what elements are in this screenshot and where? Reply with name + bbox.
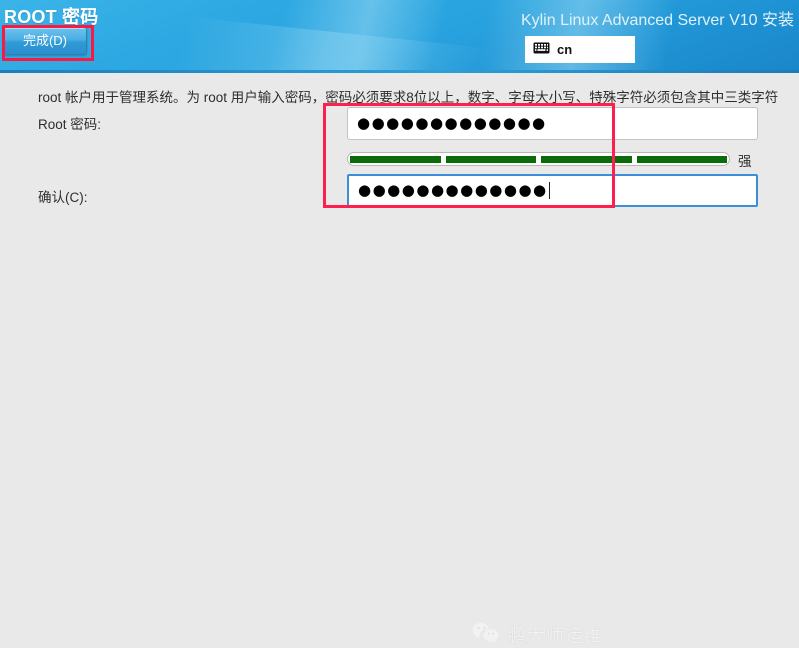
main-content: root 帐户用于管理系统。为 root 用户输入密码，密码必须要求8位以上，数… xyxy=(0,73,799,646)
page-title: ROOT 密码 xyxy=(4,7,99,27)
strength-segment xyxy=(350,155,441,163)
keyboard-icon xyxy=(533,42,550,57)
strength-segment xyxy=(445,155,536,163)
header-swoosh-1 xyxy=(84,0,576,73)
password-strength-bar xyxy=(347,152,730,166)
done-button[interactable]: 完成(D) xyxy=(3,27,87,55)
strength-segment xyxy=(541,155,632,163)
password-strength-label: 强 xyxy=(738,154,752,169)
done-button-wrap: 完成(D) xyxy=(3,27,87,55)
wechat-icon xyxy=(472,622,499,648)
text-caret xyxy=(548,182,550,199)
product-title: Kylin Linux Advanced Server V10 安装 xyxy=(520,12,794,29)
confirm-password-label: 确认(C): xyxy=(38,190,88,205)
password-hint-text: root 帐户用于管理系统。为 root 用户输入密码，密码必须要求8位以上，数… xyxy=(38,90,779,105)
watermark: 鹏大师运维 xyxy=(472,622,603,648)
root-password-label: Root 密码: xyxy=(38,117,102,132)
confirm-password-value: ●●●●●●●●●●●●● xyxy=(358,181,548,199)
confirm-password-input[interactable]: ●●●●●●●●●●●●● xyxy=(347,174,758,207)
keyboard-layout-label: cn xyxy=(557,42,573,57)
watermark-text: 鹏大师运维 xyxy=(508,626,603,646)
root-password-input[interactable]: ●●●●●●●●●●●●● xyxy=(347,107,758,140)
strength-segment xyxy=(636,155,727,163)
keyboard-layout-indicator[interactable]: cn xyxy=(525,36,635,63)
